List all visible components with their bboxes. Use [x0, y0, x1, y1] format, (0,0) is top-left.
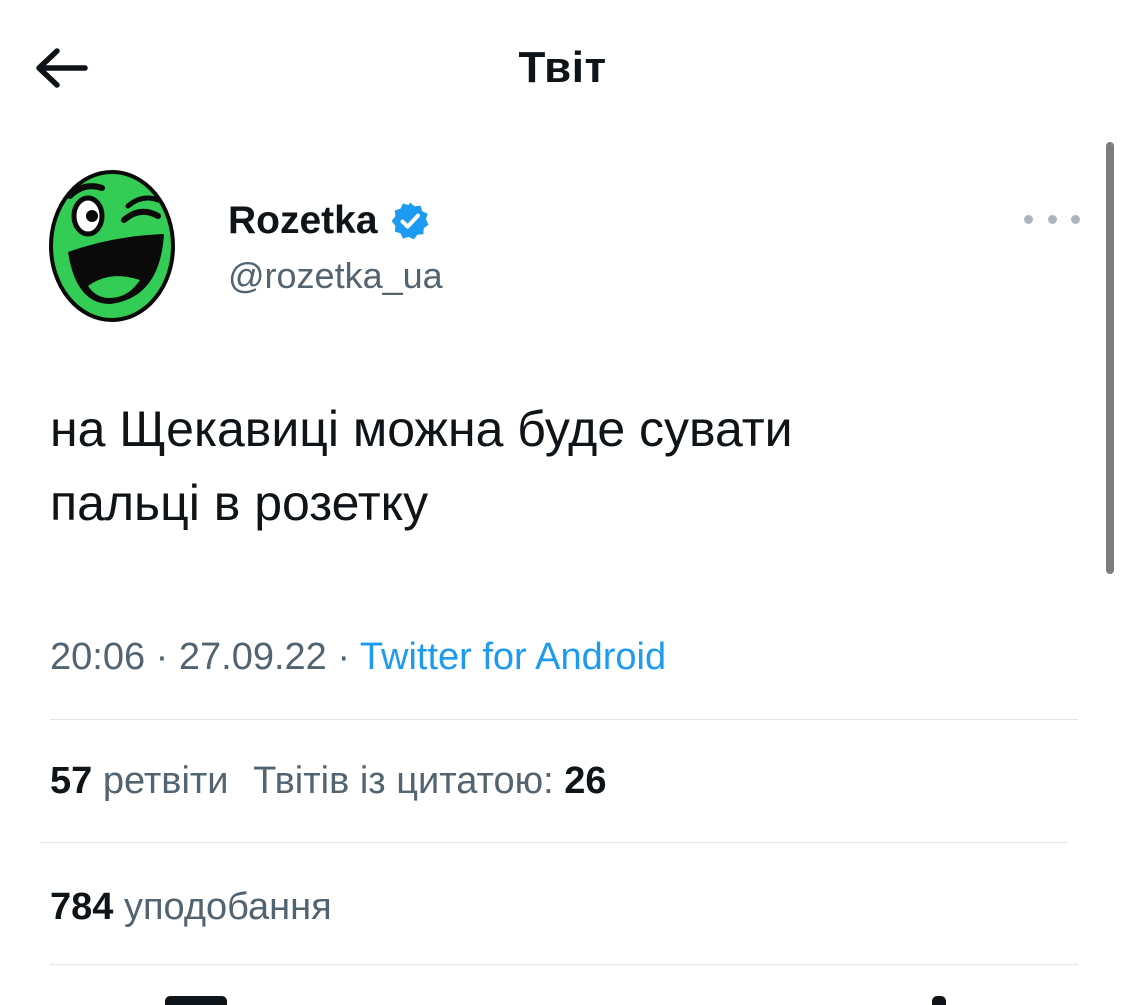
retweets-stat[interactable]: 57 ретвіти — [50, 756, 229, 806]
more-options-button[interactable] — [1024, 205, 1080, 233]
tweet-text: на Щекавиці можна буде сувати пальці в р… — [50, 401, 793, 531]
quotes-label: Твітів із цитатою: — [253, 760, 554, 802]
meta-separator: · — [337, 636, 351, 678]
scrollbar[interactable] — [1106, 142, 1114, 574]
retweets-count: 57 — [50, 760, 93, 802]
action-bar-partial — [932, 996, 946, 1005]
author-name-text: Rozetka — [228, 199, 378, 242]
more-horizontal-icon — [1047, 214, 1057, 224]
divider — [50, 719, 1078, 720]
quotes-stat[interactable]: Твітів із цитатою: 26 — [253, 756, 606, 806]
avatar[interactable] — [48, 170, 176, 322]
divider — [50, 964, 1078, 965]
divider — [40, 842, 1068, 843]
likes-label: уподобання — [123, 886, 332, 928]
app-header: Твіт — [0, 0, 1125, 135]
meta-separator: · — [155, 636, 169, 678]
author-handle[interactable]: @rozetka_ua — [228, 254, 443, 298]
tweet-source-link[interactable]: Twitter for Android — [360, 636, 666, 678]
retweet-stats-row: 57 ретвіти Твітів із цитатою: 26 — [50, 756, 607, 806]
more-horizontal-icon — [1024, 214, 1033, 224]
rozetka-smiley-logo — [49, 170, 175, 322]
tweet-date[interactable]: 27.09.22 — [179, 636, 327, 678]
retweets-label: ретвіти — [102, 760, 229, 802]
verified-badge-icon — [390, 201, 430, 241]
likes-count: 784 — [50, 886, 114, 928]
likes-stats-row: 784 уподобання — [50, 882, 332, 932]
likes-stat[interactable]: 784 уподобання — [50, 882, 332, 932]
author-name[interactable]: Rozetka — [228, 196, 430, 246]
page-title: Твіт — [518, 43, 607, 92]
action-bar-partial — [165, 996, 227, 1005]
tweet-time[interactable]: 20:06 — [50, 636, 145, 678]
quotes-count: 26 — [564, 760, 607, 802]
tweet-meta: 20:06 · 27.09.22 · Twitter for Android — [50, 632, 666, 682]
more-horizontal-icon — [1071, 214, 1080, 224]
